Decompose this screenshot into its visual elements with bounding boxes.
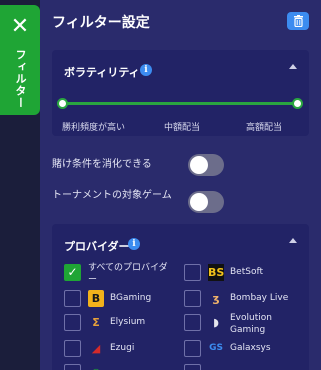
- provider-ezugi[interactable]: ◢ Ezugi: [64, 340, 182, 360]
- bombay-live-logo-icon: ʒ: [212, 292, 220, 305]
- provider-elysium[interactable]: Σ Elysium: [64, 314, 182, 334]
- toggle-knob: [190, 156, 208, 174]
- checkbox[interactable]: [184, 314, 201, 331]
- volatility-slider-max-handle[interactable]: [292, 98, 303, 109]
- collapse-chevron-icon[interactable]: [289, 238, 297, 243]
- volatility-section: ボラティリティ i 勝利頻度が高い 中額配当 高額配当: [52, 50, 309, 136]
- volatility-label-low: 勝利頻度が高い: [62, 123, 126, 133]
- galaxsys-logo-icon: GS: [209, 343, 223, 353]
- provider-partial[interactable]: [184, 364, 302, 370]
- provider-logo-icon: ◉: [88, 364, 104, 370]
- info-icon[interactable]: i: [140, 64, 152, 76]
- provider-name: Bombay Live: [230, 293, 289, 303]
- elysium-logo-icon: Σ: [92, 316, 100, 329]
- checkbox[interactable]: [64, 314, 81, 331]
- info-icon[interactable]: i: [128, 238, 140, 250]
- wagering-toggle[interactable]: [188, 154, 224, 176]
- volatility-slider-track[interactable]: [62, 102, 298, 105]
- close-icon[interactable]: ✕: [0, 15, 40, 39]
- providers-section: プロバイダー i ✓ すべてのプロバイダー BS BetSoft B BGami…: [52, 224, 309, 370]
- provider-name: BGaming: [110, 293, 152, 303]
- tournament-toggle[interactable]: [188, 191, 224, 213]
- provider-betsoft[interactable]: BS BetSoft: [184, 264, 302, 284]
- provider-name: Galaxsys: [230, 343, 271, 353]
- volatility-label-mid: 中額配当: [164, 123, 201, 133]
- provider-galaxsys[interactable]: GS Galaxsys: [184, 340, 302, 360]
- volatility-title: ボラティリティ: [64, 66, 140, 79]
- checkbox[interactable]: [64, 340, 81, 357]
- checkbox[interactable]: [64, 290, 81, 307]
- checkbox[interactable]: [184, 340, 201, 357]
- checkbox-checked-icon[interactable]: ✓: [64, 264, 81, 281]
- provider-name: Elysium: [110, 317, 146, 327]
- provider-evolution-gaming[interactable]: ◗ Evolution Gaming: [184, 312, 302, 336]
- trash-icon: [293, 15, 303, 27]
- toggle-knob: [190, 193, 208, 211]
- provider-partial[interactable]: ◉: [64, 364, 182, 370]
- provider-all[interactable]: ✓ すべてのプロバイダー: [64, 263, 182, 285]
- filter-tab[interactable]: ✕ フィルター: [0, 5, 40, 115]
- bgaming-logo-icon: B: [88, 290, 104, 307]
- tournament-toggle-label: トーナメントの対象ゲーム: [52, 190, 172, 201]
- volatility-label-high: 高額配当: [246, 123, 283, 133]
- volatility-slider-min-handle[interactable]: [57, 98, 68, 109]
- provider-name: Evolution Gaming: [230, 313, 272, 335]
- evolution-gaming-logo-icon: ◗: [213, 316, 219, 329]
- betsoft-logo-icon: BS: [208, 264, 225, 281]
- providers-title: プロバイダー: [64, 240, 130, 253]
- checkbox[interactable]: [184, 264, 201, 281]
- wagering-toggle-label: 賭け条件を消化できる: [52, 159, 152, 170]
- checkbox[interactable]: [64, 364, 81, 370]
- provider-name: BetSoft: [230, 267, 263, 277]
- clear-filters-button[interactable]: [287, 12, 309, 30]
- provider-name: Ezugi: [110, 343, 135, 353]
- page-title: フィルター設定: [52, 15, 150, 31]
- filter-tab-label: フィルター: [14, 49, 27, 109]
- checkbox[interactable]: [184, 364, 201, 370]
- ezugi-logo-icon: ◢: [91, 342, 101, 355]
- provider-bombay-live[interactable]: ʒ Bombay Live: [184, 290, 302, 310]
- filter-panel: フィルター設定 ボラティリティ i 勝利頻度が高い 中額配当 高額配当 賭け条件…: [40, 0, 321, 370]
- checkbox[interactable]: [184, 290, 201, 307]
- collapse-chevron-icon[interactable]: [289, 64, 297, 69]
- provider-bgaming[interactable]: B BGaming: [64, 290, 182, 310]
- provider-name: すべてのプロバイダー: [88, 263, 168, 285]
